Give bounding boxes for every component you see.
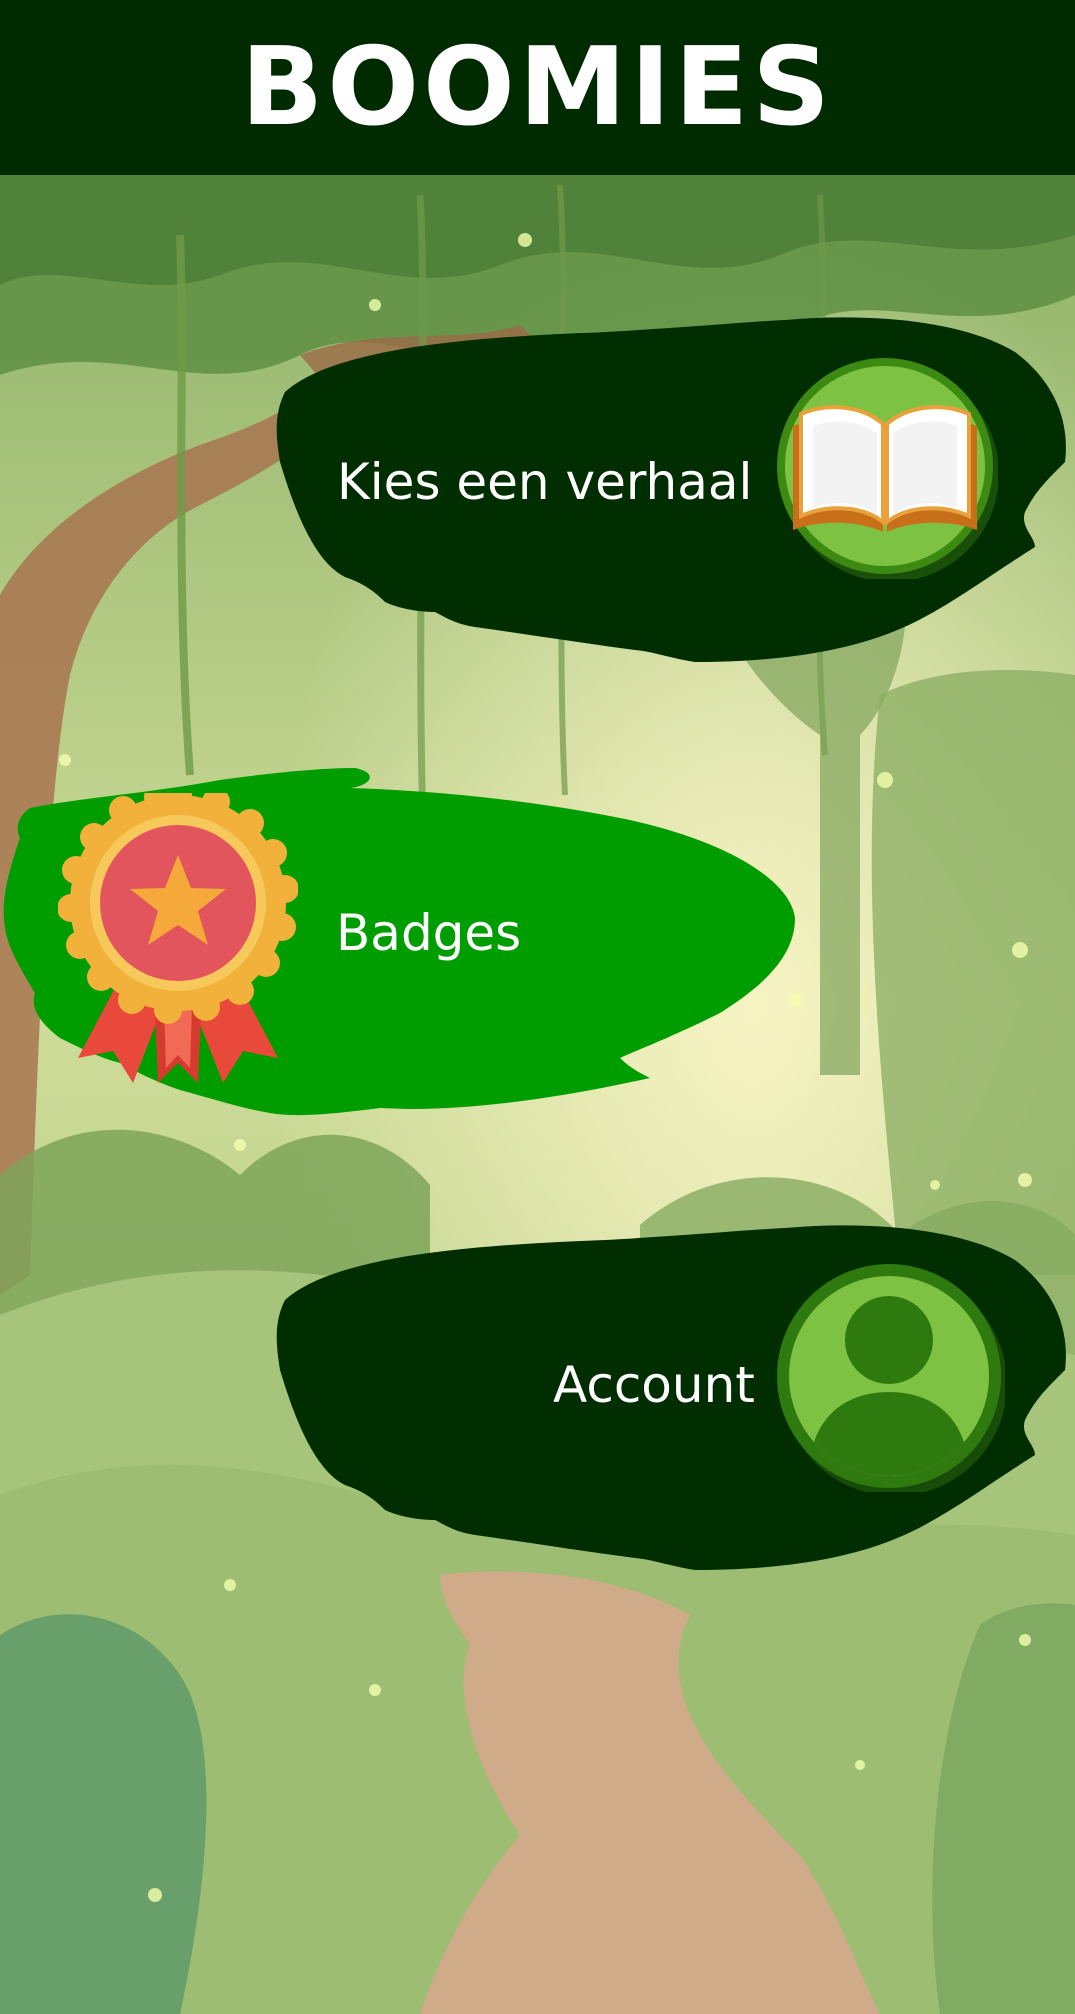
menu-label-badges: Badges xyxy=(336,904,522,962)
menu-button-badges[interactable]: Badges xyxy=(0,768,800,1118)
menu-button-account[interactable]: Account xyxy=(275,1220,1075,1570)
book-icon xyxy=(773,354,999,582)
menu-button-stories[interactable]: Kies een verhaal xyxy=(275,312,1075,662)
app-title: BOOMIES xyxy=(240,24,835,150)
badge-ribbon-icon xyxy=(57,781,299,1088)
menu-label-account: Account xyxy=(553,1356,755,1414)
menu-label-stories: Kies een verhaal xyxy=(337,453,753,511)
app-header: BOOMIES xyxy=(0,0,1075,175)
account-user-icon xyxy=(773,1260,1007,1496)
